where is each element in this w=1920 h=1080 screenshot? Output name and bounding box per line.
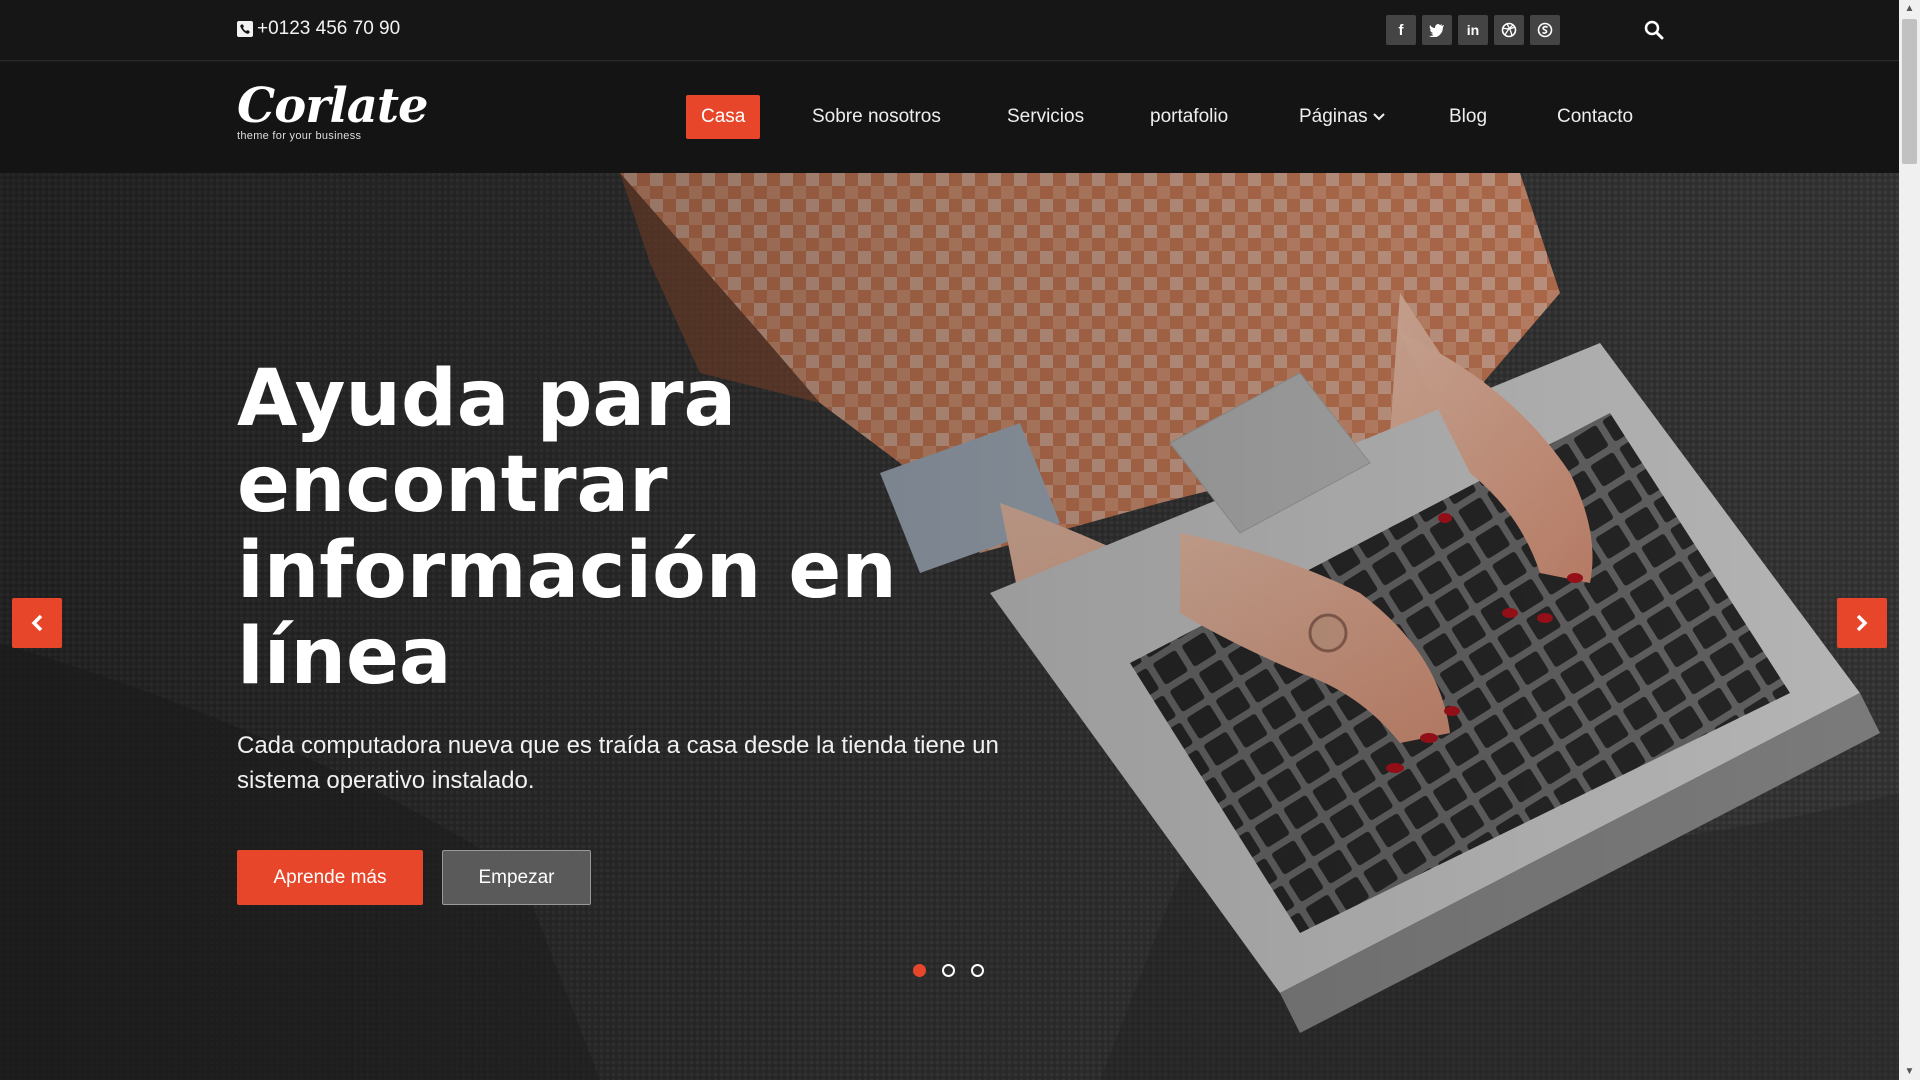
page-scrollbar[interactable]: ▲ ▼ bbox=[1899, 0, 1920, 1080]
phone-contact[interactable]: +0123 456 70 90 bbox=[237, 18, 400, 40]
logo[interactable]: Corlate theme for your business bbox=[237, 78, 429, 150]
slider-dot-1[interactable] bbox=[913, 964, 926, 977]
skype-icon[interactable] bbox=[1530, 15, 1560, 45]
slider-prev-button[interactable] bbox=[12, 598, 62, 648]
slider-dot-3[interactable] bbox=[971, 964, 984, 977]
facebook-icon[interactable]: f bbox=[1386, 15, 1416, 45]
nav-item-blog[interactable]: Blog bbox=[1449, 95, 1487, 139]
nav-item-casa[interactable]: Casa bbox=[686, 95, 761, 139]
phone-icon bbox=[237, 21, 253, 37]
chevron-right-icon bbox=[1856, 614, 1868, 632]
social-links: f in bbox=[1386, 15, 1560, 45]
top-bar: +0123 456 70 90 f in bbox=[0, 0, 1899, 61]
slider-indicators bbox=[913, 964, 984, 977]
scroll-down-icon[interactable]: ▼ bbox=[1899, 1063, 1920, 1080]
learn-more-button[interactable]: Aprende más bbox=[237, 850, 423, 905]
nav-item-servicios[interactable]: Servicios bbox=[1007, 95, 1084, 139]
scroll-up-icon[interactable]: ▲ bbox=[1899, 0, 1920, 17]
slider-next-button[interactable] bbox=[1837, 598, 1887, 648]
nav-item-paginas-label: Páginas bbox=[1299, 106, 1368, 127]
twitter-icon[interactable] bbox=[1422, 15, 1452, 45]
nav-item-portafolio[interactable]: portafolio bbox=[1150, 95, 1228, 139]
linkedin-icon[interactable]: in bbox=[1458, 15, 1488, 45]
get-started-button[interactable]: Empezar bbox=[442, 850, 591, 905]
scroll-thumb[interactable] bbox=[1902, 19, 1917, 164]
chevron-down-icon bbox=[1372, 113, 1385, 121]
logo-text: Corlate bbox=[237, 78, 429, 134]
chevron-left-icon bbox=[31, 614, 43, 632]
nav-item-contacto[interactable]: Contacto bbox=[1557, 95, 1633, 139]
hero-headline: Ayuda para encontrar información en líne… bbox=[237, 354, 897, 702]
dribbble-icon[interactable] bbox=[1494, 15, 1524, 45]
nav-item-sobre-nosotros[interactable]: Sobre nosotros bbox=[812, 95, 941, 139]
main-navbar: Corlate theme for your business Casa Sob… bbox=[0, 62, 1899, 173]
phone-number: +0123 456 70 90 bbox=[257, 18, 401, 39]
slider-dot-2[interactable] bbox=[942, 964, 955, 977]
hero-subtext: Cada computadora nueva que es traída a c… bbox=[237, 732, 999, 794]
nav-item-paginas[interactable]: Páginas bbox=[1299, 95, 1385, 139]
hero-slider: Ayuda para encontrar información en líne… bbox=[0, 173, 1899, 1080]
search-icon[interactable] bbox=[1644, 20, 1664, 40]
